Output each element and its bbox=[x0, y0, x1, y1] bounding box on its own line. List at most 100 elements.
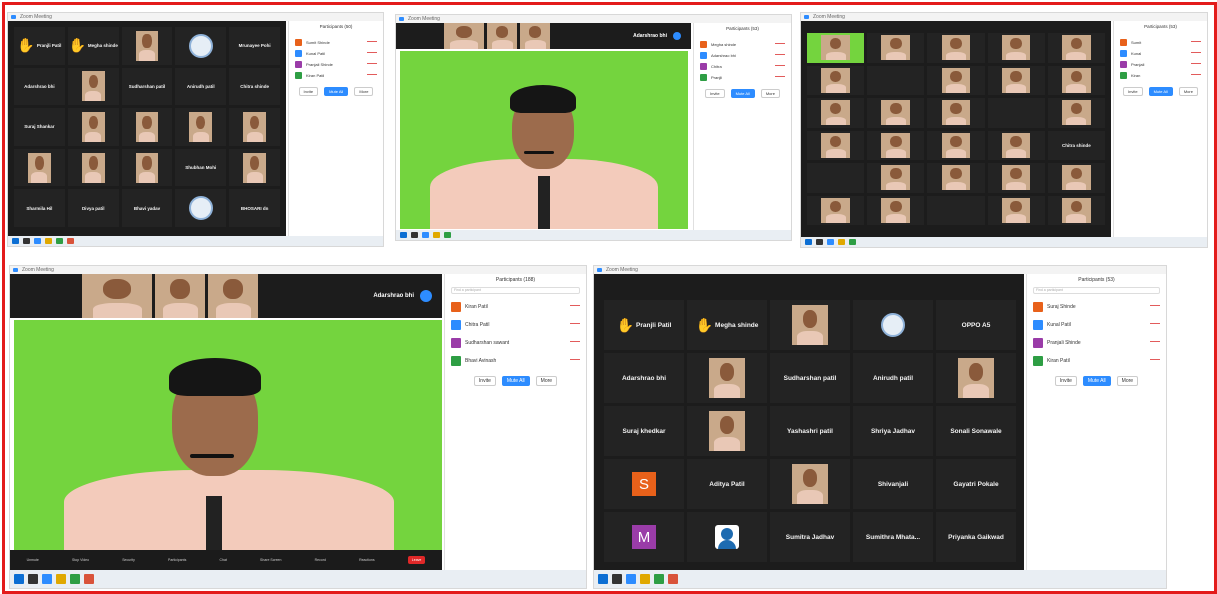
participant-tile[interactable]: Shubhan Mohi bbox=[175, 148, 227, 187]
participant-tile[interactable] bbox=[807, 33, 865, 63]
taskbar-app-icon[interactable] bbox=[411, 232, 418, 238]
folder-icon[interactable] bbox=[838, 239, 845, 245]
windows-start-icon[interactable] bbox=[400, 232, 407, 238]
participant-list-item[interactable]: Pranjali bbox=[1114, 59, 1207, 70]
participant-list-item[interactable]: Bhavi Avinash bbox=[445, 352, 586, 370]
participants-button[interactable]: Participants bbox=[168, 558, 186, 562]
participant-list-item[interactable]: Adarshrao bhi bbox=[694, 50, 791, 61]
chat-button[interactable]: Chat bbox=[219, 558, 226, 562]
participant-tile[interactable] bbox=[867, 195, 925, 225]
security-button[interactable]: Security bbox=[122, 558, 135, 562]
zoom-icon[interactable] bbox=[422, 232, 429, 238]
participant-tile[interactable] bbox=[67, 67, 119, 106]
participant-tile[interactable] bbox=[807, 130, 865, 160]
participant-tile[interactable]: Anirudh patil bbox=[853, 353, 933, 403]
share-screen-button[interactable]: Share Screen bbox=[260, 558, 281, 562]
participant-tile[interactable]: BHOSARI dn bbox=[229, 189, 280, 227]
participant-tile[interactable] bbox=[987, 33, 1045, 63]
participant-tile[interactable] bbox=[987, 163, 1045, 193]
participant-tile[interactable] bbox=[927, 130, 985, 160]
invite-button[interactable]: Invite bbox=[1054, 376, 1077, 386]
windows-start-icon[interactable] bbox=[598, 574, 608, 584]
mute-all-button[interactable]: Mute All bbox=[1148, 87, 1173, 96]
more-button[interactable]: More bbox=[1178, 87, 1198, 96]
participant-list-item[interactable]: Kunal Patil bbox=[289, 48, 383, 59]
participant-list-item[interactable]: Kunal bbox=[1114, 48, 1207, 59]
participant-tile[interactable]: Gayatri Pokale bbox=[936, 459, 1016, 509]
participant-tile[interactable] bbox=[927, 98, 985, 128]
participant-tile[interactable]: OPPO A5 bbox=[936, 300, 1016, 350]
participant-tile[interactable] bbox=[1047, 163, 1105, 193]
participant-list-item[interactable]: Sumit Shinde bbox=[289, 37, 383, 48]
participant-tile[interactable]: M bbox=[604, 512, 684, 562]
participant-tile[interactable]: Priyanka Gaikwad bbox=[936, 512, 1016, 562]
participant-tile[interactable]: Shriya Jadhav bbox=[853, 406, 933, 456]
mute-all-button[interactable]: Mute All bbox=[1082, 376, 1111, 386]
participant-tile[interactable] bbox=[936, 353, 1016, 403]
zoom-icon[interactable] bbox=[42, 574, 52, 584]
participant-tile[interactable]: Sudharshan patil bbox=[121, 67, 173, 106]
participant-tile[interactable] bbox=[121, 148, 173, 187]
reactions-button[interactable]: Reactions bbox=[359, 558, 375, 562]
participant-tile[interactable] bbox=[67, 108, 119, 146]
participant-tile[interactable] bbox=[1047, 98, 1105, 128]
participant-tile[interactable] bbox=[807, 163, 865, 193]
participant-tile[interactable]: Sumitra Jadhav bbox=[770, 512, 850, 562]
search-input[interactable]: Find a participant bbox=[451, 287, 580, 294]
windows-start-icon[interactable] bbox=[12, 238, 19, 244]
invite-button[interactable]: Invite bbox=[1123, 87, 1143, 96]
chrome-icon[interactable] bbox=[654, 574, 664, 584]
participant-tile[interactable]: ✋ Megha shinde bbox=[67, 27, 119, 65]
mute-all-button[interactable]: Mute All bbox=[324, 87, 349, 96]
participant-tile[interactable] bbox=[175, 189, 227, 227]
participant-tile[interactable] bbox=[229, 108, 280, 146]
participant-tile[interactable]: Anirudh patil bbox=[175, 67, 227, 106]
participant-tile[interactable] bbox=[1047, 65, 1105, 95]
participant-tile[interactable]: ✋ Megha shinde bbox=[687, 300, 767, 350]
invite-button[interactable]: Invite bbox=[705, 89, 725, 98]
participant-tile[interactable]: Chitra shinde bbox=[1047, 130, 1105, 160]
participant-tile[interactable] bbox=[867, 98, 925, 128]
participant-tile[interactable]: Bhavi yadav bbox=[121, 189, 173, 227]
participant-tile[interactable] bbox=[229, 148, 280, 187]
powerpoint-icon[interactable] bbox=[84, 574, 94, 584]
participant-tile[interactable]: Sharmila Hil bbox=[14, 189, 65, 227]
invite-button[interactable]: Invite bbox=[473, 376, 496, 386]
participant-tile[interactable] bbox=[121, 27, 173, 65]
participant-tile[interactable] bbox=[987, 130, 1045, 160]
participant-tile[interactable] bbox=[867, 65, 925, 95]
powerpoint-icon[interactable] bbox=[668, 574, 678, 584]
participant-tile[interactable] bbox=[807, 65, 865, 95]
participant-list-item[interactable]: Sumit bbox=[1114, 37, 1207, 48]
participant-tile[interactable]: Chitra shinde bbox=[229, 67, 280, 106]
invite-button[interactable]: Invite bbox=[298, 87, 319, 96]
windows-start-icon[interactable] bbox=[14, 574, 24, 584]
participant-tile[interactable]: Adarshrao bhi bbox=[604, 353, 684, 403]
participant-tile[interactable]: Divya patil bbox=[67, 189, 119, 227]
participant-list-item[interactable]: Chitra bbox=[694, 61, 791, 72]
participant-tile[interactable] bbox=[927, 65, 985, 95]
participant-list-item[interactable]: Chitra Patil bbox=[445, 316, 586, 334]
participant-list-item[interactable]: Kiran Patil bbox=[1027, 352, 1166, 370]
zoom-icon[interactable] bbox=[626, 574, 636, 584]
participant-tile[interactable] bbox=[175, 27, 227, 65]
taskbar-app-icon[interactable] bbox=[612, 574, 622, 584]
participant-tile[interactable] bbox=[987, 98, 1045, 128]
participant-list-item[interactable]: Kiran Patil bbox=[289, 70, 383, 81]
participant-tile[interactable] bbox=[927, 195, 985, 225]
stop-video-button[interactable]: Stop Video bbox=[72, 558, 89, 562]
more-button[interactable]: More bbox=[1116, 376, 1139, 386]
participant-tile[interactable] bbox=[687, 406, 767, 456]
taskbar-app-icon[interactable] bbox=[23, 238, 30, 244]
zoom-icon[interactable] bbox=[34, 238, 41, 244]
participant-tile[interactable]: ✋ Pranjli Patil bbox=[14, 27, 65, 65]
chrome-icon[interactable] bbox=[56, 238, 63, 244]
participant-tile[interactable] bbox=[867, 130, 925, 160]
participant-list-item[interactable]: Pranjali Shinde bbox=[1027, 334, 1166, 352]
participant-list-item[interactable]: Sudharshan sawant bbox=[445, 334, 586, 352]
participant-tile[interactable] bbox=[770, 300, 850, 350]
participant-tile[interactable]: Suraj Shankar bbox=[14, 108, 65, 146]
participant-tile[interactable] bbox=[67, 148, 119, 187]
windows-start-icon[interactable] bbox=[805, 239, 812, 245]
participant-list-item[interactable]: Pranjli bbox=[694, 72, 791, 83]
